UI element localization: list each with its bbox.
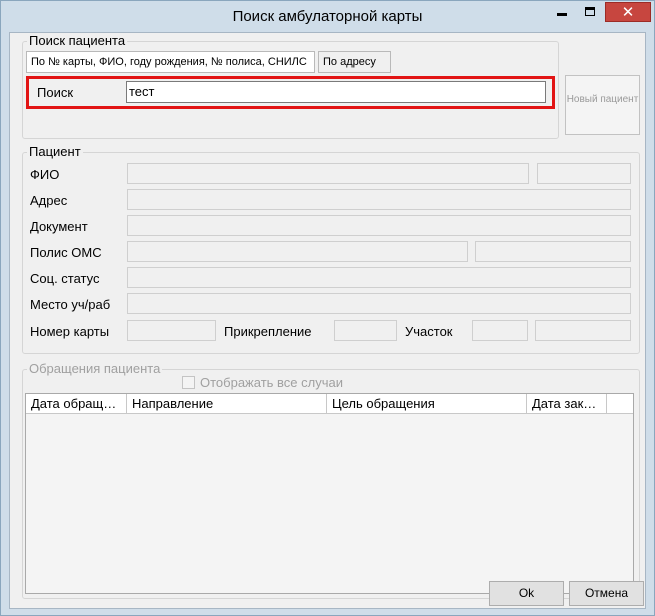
address-field xyxy=(127,189,631,210)
dialog-window: Поиск амбулаторной карты ✕ Поиск пациент… xyxy=(0,0,655,616)
column-close-date[interactable]: Дата зак… xyxy=(527,394,607,414)
workplace-label: Место уч/раб xyxy=(30,297,111,312)
column-direction[interactable]: Направление xyxy=(127,394,327,414)
district-label: Участок xyxy=(405,324,453,339)
patient-visits-group: Обращения пациента Отображать все случаи… xyxy=(22,362,640,599)
cancel-button[interactable]: Отмена xyxy=(569,581,644,606)
patient-search-group: Поиск пациента По № карты, ФИО, году рож… xyxy=(22,34,559,139)
tab-by-card-fio[interactable]: По № карты, ФИО, году рождения, № полиса… xyxy=(26,51,315,73)
minimize-icon xyxy=(557,13,567,16)
close-icon: ✕ xyxy=(621,3,635,21)
search-label: Поиск xyxy=(37,85,74,100)
maximize-button[interactable] xyxy=(577,2,603,22)
patient-group: Пациент ФИО Адрес Документ Полис ОМС Соц… xyxy=(22,145,640,354)
new-patient-button[interactable]: Новый пациент xyxy=(565,75,640,135)
close-button[interactable]: ✕ xyxy=(605,2,651,22)
show-all-checkbox[interactable] xyxy=(182,376,195,389)
patient-search-group-label: Поиск пациента xyxy=(27,33,128,48)
fio-field xyxy=(127,163,529,184)
policy-extra-field xyxy=(475,241,631,262)
visits-table[interactable]: Дата обращ… Направление Цель обращения Д… xyxy=(25,393,634,594)
document-field xyxy=(127,215,631,236)
tab-by-address[interactable]: По адресу xyxy=(318,51,391,73)
social-status-label: Соц. статус xyxy=(30,271,100,286)
policy-field xyxy=(127,241,468,262)
ok-button[interactable]: Ok xyxy=(489,581,564,606)
birth-year-field xyxy=(537,163,631,184)
column-visit-date[interactable]: Дата обращ… xyxy=(26,394,127,414)
card-number-field xyxy=(127,320,216,341)
workplace-field xyxy=(127,293,631,314)
policy-label: Полис ОМС xyxy=(30,245,102,260)
district-extra-field xyxy=(535,320,631,341)
dialog-client-area: Поиск пациента По № карты, ФИО, году рож… xyxy=(9,32,646,609)
patient-group-label: Пациент xyxy=(27,144,83,159)
district-field xyxy=(472,320,528,341)
document-label: Документ xyxy=(30,219,88,234)
maximize-icon xyxy=(585,7,595,16)
address-label: Адрес xyxy=(30,193,68,208)
minimize-button[interactable] xyxy=(549,2,575,22)
column-visit-purpose[interactable]: Цель обращения xyxy=(327,394,527,414)
title-bar[interactable]: Поиск амбулаторной карты ✕ xyxy=(1,1,654,32)
card-number-label: Номер карты xyxy=(30,324,110,339)
column-filler xyxy=(607,394,633,414)
search-input[interactable]: тест xyxy=(126,81,546,103)
attachment-field xyxy=(334,320,397,341)
fio-label: ФИО xyxy=(30,167,60,182)
attachment-label: Прикрепление xyxy=(224,324,312,339)
show-all-label[interactable]: Отображать все случаи xyxy=(200,375,343,390)
patient-visits-group-label: Обращения пациента xyxy=(27,361,163,376)
social-status-field xyxy=(127,267,631,288)
visits-table-header: Дата обращ… Направление Цель обращения Д… xyxy=(26,394,633,414)
